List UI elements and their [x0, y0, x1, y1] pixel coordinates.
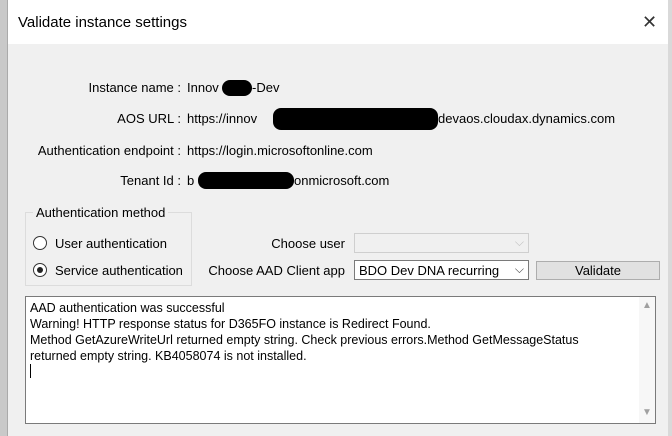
chevron-down-icon: ⌵ [514, 262, 524, 276]
log-line: returned empty string. KB4058074 is not … [30, 349, 307, 363]
log-line: Warning! HTTP response status for D365FO… [30, 317, 431, 331]
tenant-id-value-end: onmicrosoft.com [294, 173, 390, 188]
instance-name-value-end: -Dev [252, 80, 280, 95]
title-bar: Validate instance settings ✕ [8, 0, 668, 44]
background-window-left [0, 0, 7, 436]
auth-method-legend: Authentication method [33, 205, 169, 220]
close-icon[interactable]: ✕ [642, 12, 657, 33]
validate-dialog: Validate instance settings ✕ Instance na… [7, 0, 668, 436]
service-auth-radio[interactable] [33, 263, 47, 277]
log-line: AAD authentication was successful [30, 301, 225, 315]
log-line: Method GetAzureWriteUrl returned empty s… [30, 333, 579, 347]
tenant-id-label: Tenant Id : [120, 173, 181, 188]
user-auth-label[interactable]: User authentication [55, 236, 167, 251]
log-output-textarea[interactable]: AAD authentication was successful Warnin… [25, 296, 656, 424]
log-scrollbar[interactable]: ▲ ▼ [639, 297, 655, 423]
choose-aad-app-label: Choose AAD Client app [208, 263, 345, 278]
user-auth-radio[interactable] [33, 236, 47, 250]
choose-user-label: Choose user [271, 236, 345, 251]
instance-name-label: Instance name : [88, 80, 182, 95]
auth-endpoint-label: Authentication endpoint : [37, 143, 181, 158]
redaction-mark [198, 172, 294, 189]
text-caret [30, 364, 31, 378]
auth-endpoint-value: https://login.microsoftonline.com [187, 143, 373, 158]
redaction-mark [273, 108, 438, 130]
aos-url-value-start: https://innov [187, 111, 258, 126]
choose-aad-app-dropdown[interactable]: BDO Dev DNA recurring ⌵ [354, 260, 529, 280]
scroll-up-icon[interactable]: ▲ [642, 300, 652, 311]
redaction-mark [222, 80, 252, 96]
radio-selected-dot [37, 267, 43, 273]
chevron-down-icon: ⌵ [514, 235, 524, 249]
validate-button[interactable]: Validate [536, 261, 660, 280]
aos-url-label: AOS URL : [117, 111, 181, 126]
choose-aad-app-value: BDO Dev DNA recurring [359, 263, 500, 278]
service-auth-label[interactable]: Service authentication [55, 263, 183, 278]
aos-url-value-end: devaos.cloudax.dynamics.com [438, 111, 616, 126]
dialog-title: Validate instance settings [18, 14, 187, 31]
instance-name-value-start: Innov [187, 80, 219, 95]
choose-user-dropdown[interactable]: ⌵ [354, 233, 529, 253]
scroll-down-icon[interactable]: ▼ [642, 407, 652, 418]
tenant-id-value-start: b [187, 173, 195, 188]
